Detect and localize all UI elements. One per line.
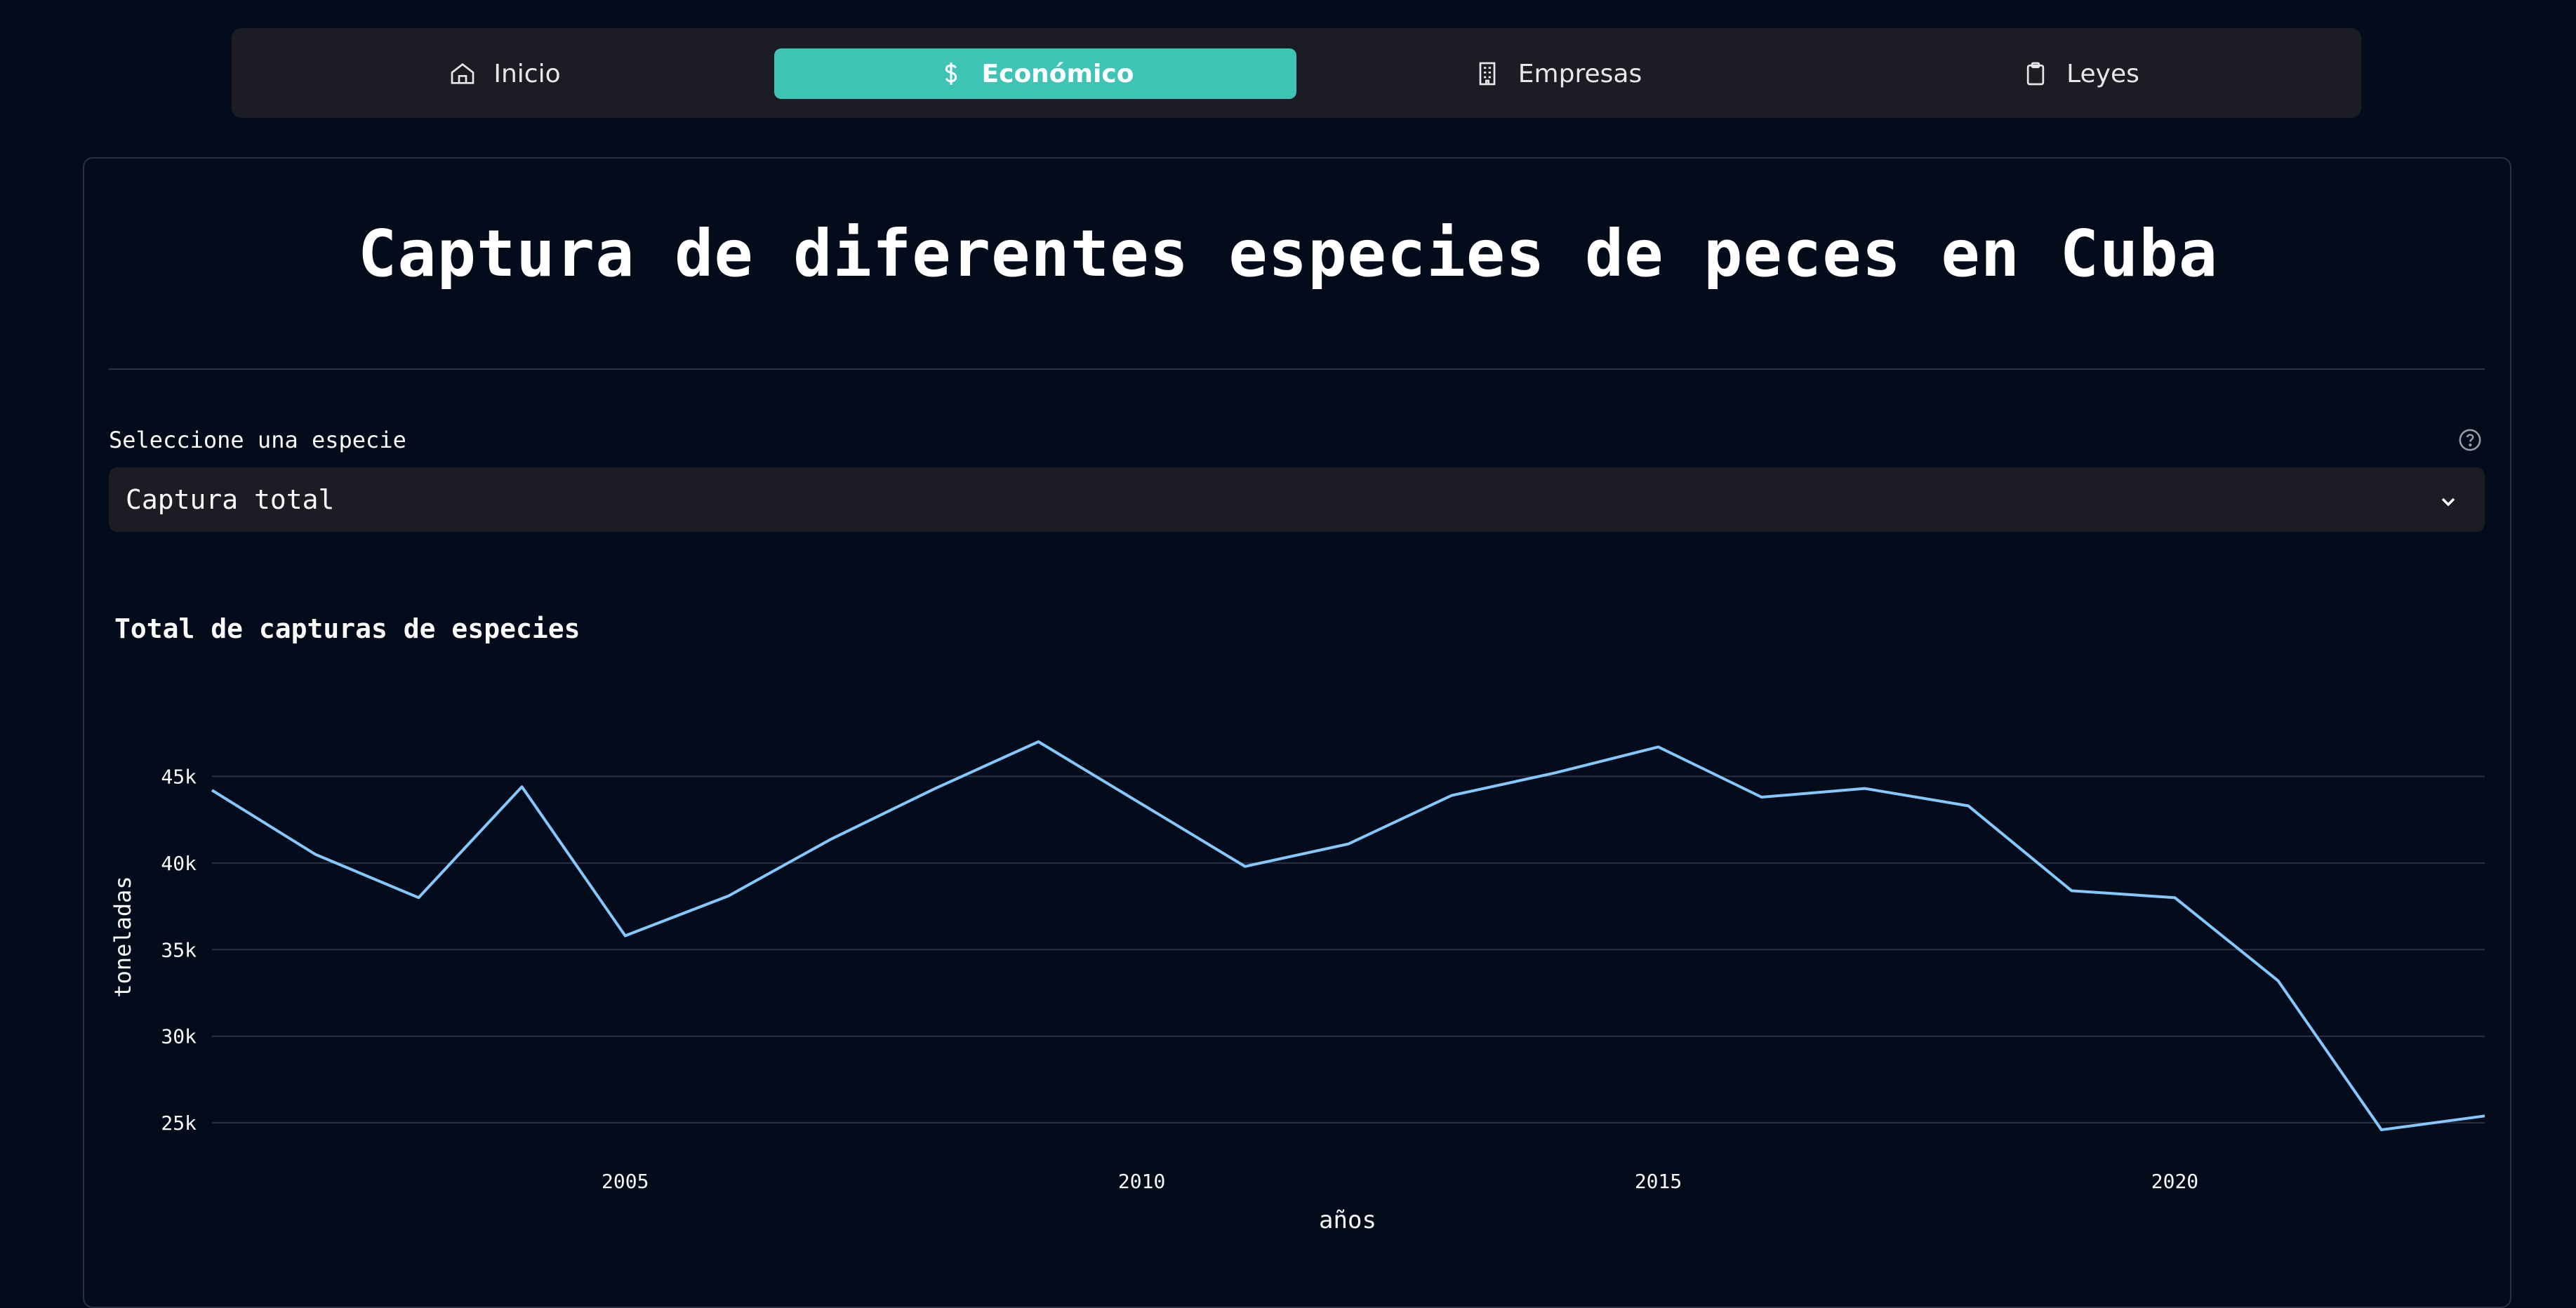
line-chart: 25k 30k 35k 40k 45k 2005 2010 2015 2020 años to… — [109, 736, 2490, 1234]
data-point[interactable] — [1963, 800, 1974, 811]
data-point[interactable] — [620, 930, 631, 942]
y-axis-ticks: 25k 30k 35k 40k 45k — [161, 765, 197, 1135]
data-point[interactable] — [2273, 975, 2284, 987]
x-tick-label: 2015 — [1635, 1170, 1682, 1193]
data-point[interactable] — [723, 890, 734, 902]
data-point[interactable] — [929, 783, 941, 794]
data-point[interactable] — [206, 785, 218, 796]
data-point[interactable] — [1756, 792, 1767, 803]
y-tick-label: 30k — [161, 1025, 197, 1048]
data-point[interactable] — [1343, 839, 1354, 850]
y-tick-label: 45k — [161, 765, 197, 788]
data-point[interactable] — [1653, 741, 1664, 752]
data-point[interactable] — [1549, 767, 1560, 778]
data-point[interactable] — [2066, 885, 2077, 896]
y-tick-label: 35k — [161, 938, 197, 961]
data-point[interactable] — [1446, 790, 1457, 801]
chart-grid — [212, 775, 2485, 1124]
data-point[interactable] — [517, 781, 528, 792]
data-point[interactable] — [1240, 861, 1251, 872]
x-tick-label: 2020 — [2151, 1170, 2198, 1193]
series-layer — [206, 736, 2490, 1135]
data-point[interactable] — [1136, 799, 1148, 810]
x-tick-label: 2010 — [1118, 1170, 1165, 1193]
x-axis-label: años — [1319, 1206, 1376, 1234]
x-axis-ticks: 2005 2010 2015 2020 — [602, 1170, 2198, 1193]
series-line — [211, 740, 2485, 1132]
y-tick-label: 40k — [161, 852, 197, 875]
data-point[interactable] — [413, 892, 424, 903]
y-tick-label: 25k — [161, 1112, 197, 1135]
data-point[interactable] — [826, 833, 837, 844]
data-point[interactable] — [310, 848, 321, 860]
data-point[interactable] — [1033, 736, 1044, 747]
x-tick-label: 2005 — [602, 1170, 649, 1193]
data-point[interactable] — [2169, 892, 2180, 903]
data-point[interactable] — [2479, 1110, 2490, 1121]
data-point[interactable] — [2376, 1124, 2387, 1135]
data-point[interactable] — [1859, 783, 1871, 794]
y-axis-label: toneladas — [109, 876, 136, 997]
